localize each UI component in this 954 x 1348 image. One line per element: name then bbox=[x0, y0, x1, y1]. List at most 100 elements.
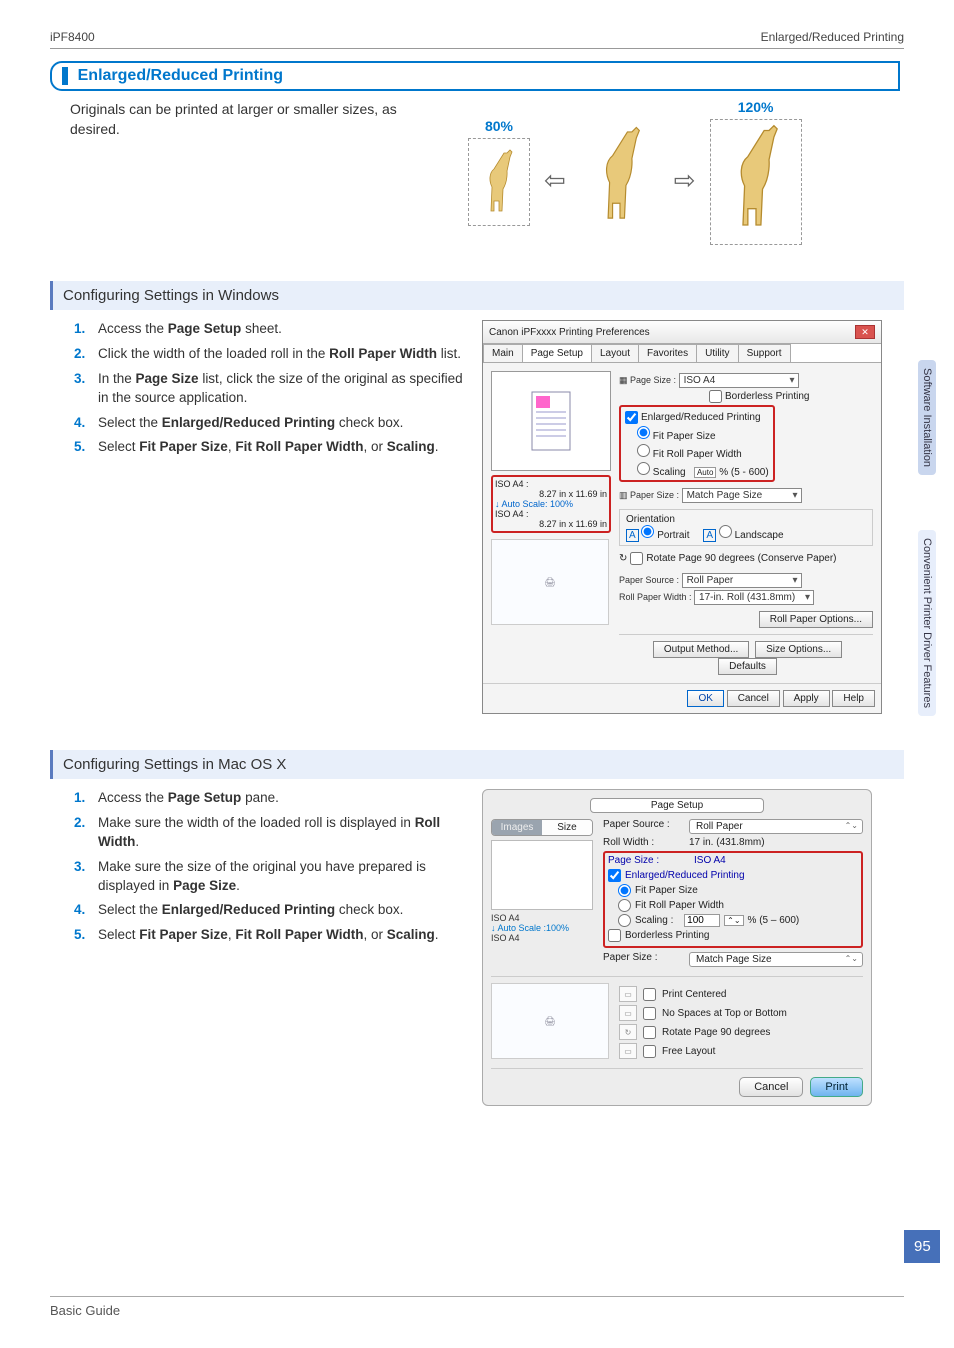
list-item: 1.Access the Page Setup pane. bbox=[74, 789, 464, 808]
pane-dropdown[interactable]: Page Setup bbox=[590, 798, 764, 813]
section-title: Enlarged/Reduced Printing bbox=[50, 61, 900, 91]
rotate-checkbox[interactable] bbox=[630, 552, 643, 565]
preview-info-highlight: ISO A4 : 8.27 in x 11.69 in ↓ Auto Scale… bbox=[491, 475, 611, 533]
tab-images[interactable]: Images bbox=[492, 820, 542, 835]
tab-main[interactable]: Main bbox=[483, 344, 523, 362]
giraffe-icon bbox=[719, 124, 793, 238]
tab-layout[interactable]: Layout bbox=[591, 344, 639, 362]
list-item: 4.Select the Enlarged/Reduced Printing c… bbox=[74, 901, 464, 920]
list-item: 4.Select the Enlarged/Reduced Printing c… bbox=[74, 414, 464, 433]
giraffe-icon bbox=[590, 126, 650, 230]
step-number: 4. bbox=[74, 414, 90, 433]
mac-printer-illustration: 🖨 bbox=[491, 983, 609, 1059]
size-options-button[interactable]: Size Options... bbox=[755, 641, 842, 658]
side-tab-driver-features: Convenient Printer Driver Features bbox=[918, 530, 936, 716]
mac-paper-source-dropdown[interactable]: Roll Paper bbox=[689, 819, 863, 834]
mac-enlarged-highlight: Page Size :ISO A4 Enlarged/Reduced Print… bbox=[603, 851, 863, 948]
enlarged-highlight: Enlarged/Reduced Printing Fit Paper Size… bbox=[619, 405, 775, 482]
mac-page-preview bbox=[491, 840, 593, 910]
page-number: 95 bbox=[904, 1230, 940, 1263]
windows-dialog: Canon iPFxxxx Printing Preferences ✕ Mai… bbox=[482, 320, 882, 714]
portrait-icon: A bbox=[626, 529, 639, 542]
mac-borderless-checkbox[interactable] bbox=[608, 929, 621, 942]
landscape-radio[interactable] bbox=[719, 525, 732, 538]
scale-label-120: 120% bbox=[738, 99, 774, 115]
header-model: iPF8400 bbox=[50, 30, 95, 44]
dialog-tabs: Main Page Setup Layout Favorites Utility… bbox=[483, 344, 881, 363]
roll-width-dropdown[interactable]: 17-in. Roll (431.8mm) bbox=[694, 590, 814, 605]
dialog-titlebar: Canon iPFxxxx Printing Preferences ✕ bbox=[483, 321, 881, 344]
mac-info-iso1: ISO A4 bbox=[491, 913, 593, 923]
list-item: 3.Make sure the size of the original you… bbox=[74, 858, 464, 896]
enlarged-reduced-checkbox[interactable] bbox=[625, 411, 638, 424]
ok-button[interactable]: OK bbox=[687, 690, 723, 707]
help-button[interactable]: Help bbox=[832, 690, 875, 707]
header-topic: Enlarged/Reduced Printing bbox=[761, 30, 904, 44]
mac-info-iso2: ISO A4 bbox=[491, 933, 593, 943]
arrow-right-icon: ⇨ bbox=[674, 165, 696, 196]
step-number: 5. bbox=[74, 926, 90, 945]
fit-roll-radio[interactable] bbox=[637, 444, 650, 457]
mac-nospaces-checkbox[interactable] bbox=[643, 1007, 656, 1020]
mac-print-button[interactable]: Print bbox=[810, 1077, 863, 1097]
nospaces-icon: ▭ bbox=[619, 1005, 637, 1021]
close-icon[interactable]: ✕ bbox=[855, 325, 875, 339]
fit-paper-radio[interactable] bbox=[637, 426, 650, 439]
rotate-icon: ↻ bbox=[619, 553, 627, 564]
freelayout-icon: ▭ bbox=[619, 1043, 637, 1059]
page-size-dropdown[interactable]: ISO A4 bbox=[679, 373, 799, 388]
apply-button[interactable]: Apply bbox=[783, 690, 830, 707]
paper-size-dropdown[interactable]: Match Page Size bbox=[682, 488, 802, 503]
landscape-icon: A bbox=[703, 529, 716, 542]
mac-cancel-button[interactable]: Cancel bbox=[739, 1077, 803, 1097]
tab-utility[interactable]: Utility bbox=[696, 344, 738, 362]
tab-size[interactable]: Size bbox=[542, 820, 592, 835]
windows-steps: 1.Access the Page Setup sheet. 2.Click t… bbox=[74, 320, 464, 463]
roll-options-button[interactable]: Roll Paper Options... bbox=[759, 611, 873, 628]
borderless-checkbox[interactable] bbox=[709, 390, 722, 403]
mac-info-autoscale: ↓ Auto Scale :100% bbox=[491, 923, 593, 933]
mac-paper-size-dropdown[interactable]: Match Page Size bbox=[689, 952, 863, 967]
mac-freelayout-checkbox[interactable] bbox=[643, 1045, 656, 1058]
mac-enlarged-checkbox[interactable] bbox=[608, 869, 621, 882]
cancel-button[interactable]: Cancel bbox=[727, 690, 780, 707]
paper-icon: ▥ bbox=[619, 490, 628, 500]
list-item: 3.In the Page Size list, click the size … bbox=[74, 370, 464, 408]
intro-text: Originals can be printed at larger or sm… bbox=[70, 99, 450, 140]
stepper-icon[interactable]: ⌃⌄ bbox=[724, 915, 743, 926]
list-item: 1.Access the Page Setup sheet. bbox=[74, 320, 464, 339]
step-number: 1. bbox=[74, 320, 90, 339]
defaults-button[interactable]: Defaults bbox=[718, 658, 777, 675]
mac-scaling-radio[interactable] bbox=[618, 914, 631, 927]
mac-scaling-input[interactable] bbox=[684, 914, 720, 927]
orientation-group: Orientation A Portrait A Landscape bbox=[619, 509, 873, 546]
mac-fit-paper-radio[interactable] bbox=[618, 884, 631, 897]
scale-label-80: 80% bbox=[485, 118, 513, 134]
tab-page-setup[interactable]: Page Setup bbox=[522, 344, 592, 362]
page-preview bbox=[491, 371, 611, 471]
printer-illustration: 🖨 bbox=[491, 539, 609, 625]
mac-steps: 1.Access the Page Setup pane. 2.Make sur… bbox=[74, 789, 464, 951]
arrow-left-icon: ⇦ bbox=[544, 165, 566, 196]
scaling-radio[interactable] bbox=[637, 462, 650, 475]
portrait-radio[interactable] bbox=[641, 525, 654, 538]
mac-rotate-checkbox[interactable] bbox=[643, 1026, 656, 1039]
paper-source-dropdown[interactable]: Roll Paper bbox=[682, 573, 802, 588]
rotate-icon: ↻ bbox=[619, 1024, 637, 1040]
footer: Basic Guide bbox=[50, 1296, 904, 1318]
step-number: 1. bbox=[74, 789, 90, 808]
scaling-auto-value: Auto bbox=[694, 467, 716, 478]
step-number: 5. bbox=[74, 438, 90, 457]
centered-icon: ▭ bbox=[619, 986, 637, 1002]
tab-support[interactable]: Support bbox=[738, 344, 791, 362]
giraffe-icon bbox=[479, 149, 519, 219]
list-item: 5.Select Fit Paper Size, Fit Roll Paper … bbox=[74, 926, 464, 945]
step-number: 3. bbox=[74, 858, 90, 896]
mac-print-centered-checkbox[interactable] bbox=[643, 988, 656, 1001]
tab-favorites[interactable]: Favorites bbox=[638, 344, 697, 362]
dialog-title: Canon iPFxxxx Printing Preferences bbox=[489, 327, 650, 338]
mac-fit-roll-radio[interactable] bbox=[618, 899, 631, 912]
step-number: 2. bbox=[74, 345, 90, 364]
output-method-button[interactable]: Output Method... bbox=[653, 641, 750, 658]
step-number: 4. bbox=[74, 901, 90, 920]
